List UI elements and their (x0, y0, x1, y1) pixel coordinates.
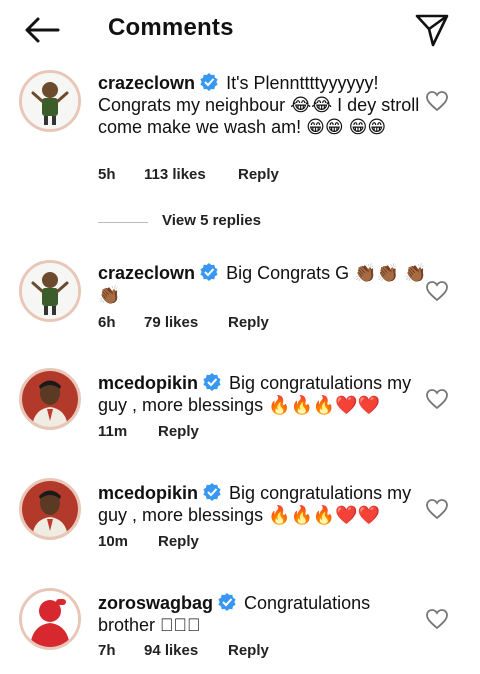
comment-item: mcedopikin Big congratulations my guy , … (0, 368, 480, 448)
comment-item: crazeclown Big Congrats G 👏🏾👏🏾 👏🏾👏🏾 6h 7… (0, 258, 480, 338)
verified-badge-icon (217, 592, 237, 612)
like-button[interactable] (425, 90, 449, 112)
comment-text-block: crazeclown It's Plennttttyyyyyy! Congrat… (98, 72, 428, 138)
comment-timestamp: 6h (98, 314, 116, 331)
reply-button[interactable]: Reply (228, 314, 269, 331)
avatar[interactable] (19, 70, 81, 132)
comment-username[interactable]: crazeclown (98, 263, 195, 283)
verified-badge-icon (199, 72, 219, 92)
comment-text-block: crazeclown Big Congrats G 👏🏾👏🏾 👏🏾👏🏾 (98, 262, 428, 306)
comment-text-block: zoroswagbag Congratulations brother 🏻🏻🏻 (98, 592, 428, 636)
comment-item: mcedopikin Big congratulations my guy , … (0, 478, 480, 558)
comment-item: zoroswagbag Congratulations brother 🏻🏻🏻 … (0, 588, 480, 668)
reply-button[interactable]: Reply (158, 533, 199, 550)
reply-button[interactable]: Reply (238, 166, 279, 183)
reply-button[interactable]: Reply (228, 642, 269, 659)
heart-icon (426, 91, 448, 112)
heart-icon (426, 389, 448, 410)
avatar[interactable] (19, 588, 81, 650)
like-button[interactable] (425, 280, 449, 302)
avatar[interactable] (19, 260, 81, 322)
like-button[interactable] (425, 498, 449, 520)
verified-badge-icon (202, 372, 222, 392)
verified-badge-icon (202, 482, 222, 502)
comment-username[interactable]: mcedopikin (98, 483, 198, 503)
divider-line (98, 222, 148, 223)
back-button[interactable] (22, 14, 62, 46)
back-arrow-icon (25, 17, 60, 43)
heart-icon (426, 281, 448, 302)
share-button[interactable] (414, 12, 450, 48)
comment-timestamp: 11m (98, 423, 128, 440)
heart-icon (426, 499, 448, 520)
comment-username[interactable]: zoroswagbag (98, 593, 213, 613)
comment-timestamp: 5h (98, 166, 116, 183)
header-bar: Comments (0, 0, 480, 60)
heart-icon (426, 609, 448, 630)
comment-timestamp: 7h (98, 642, 116, 659)
comment-timestamp: 10m (98, 533, 129, 550)
comment-item: crazeclown It's Plennttttyyyyyy! Congrat… (0, 68, 480, 188)
comment-text-block: mcedopikin Big congratulations my guy , … (98, 372, 428, 416)
comment-likes[interactable]: 113 likes (144, 166, 206, 183)
comment-username[interactable]: mcedopikin (98, 373, 198, 393)
verified-badge-icon (199, 262, 219, 282)
like-button[interactable] (425, 608, 449, 630)
reply-button[interactable]: Reply (158, 423, 199, 440)
comment-text-block: mcedopikin Big congratulations my guy , … (98, 482, 428, 526)
like-button[interactable] (425, 388, 449, 410)
send-icon (415, 14, 449, 47)
comment-username[interactable]: crazeclown (98, 73, 195, 93)
avatar[interactable] (19, 368, 81, 430)
view-replies-label: View 5 replies (162, 212, 261, 229)
page-title: Comments (108, 14, 234, 41)
comment-likes[interactable]: 79 likes (144, 314, 198, 331)
comment-likes[interactable]: 94 likes (144, 642, 198, 659)
avatar[interactable] (19, 478, 81, 540)
